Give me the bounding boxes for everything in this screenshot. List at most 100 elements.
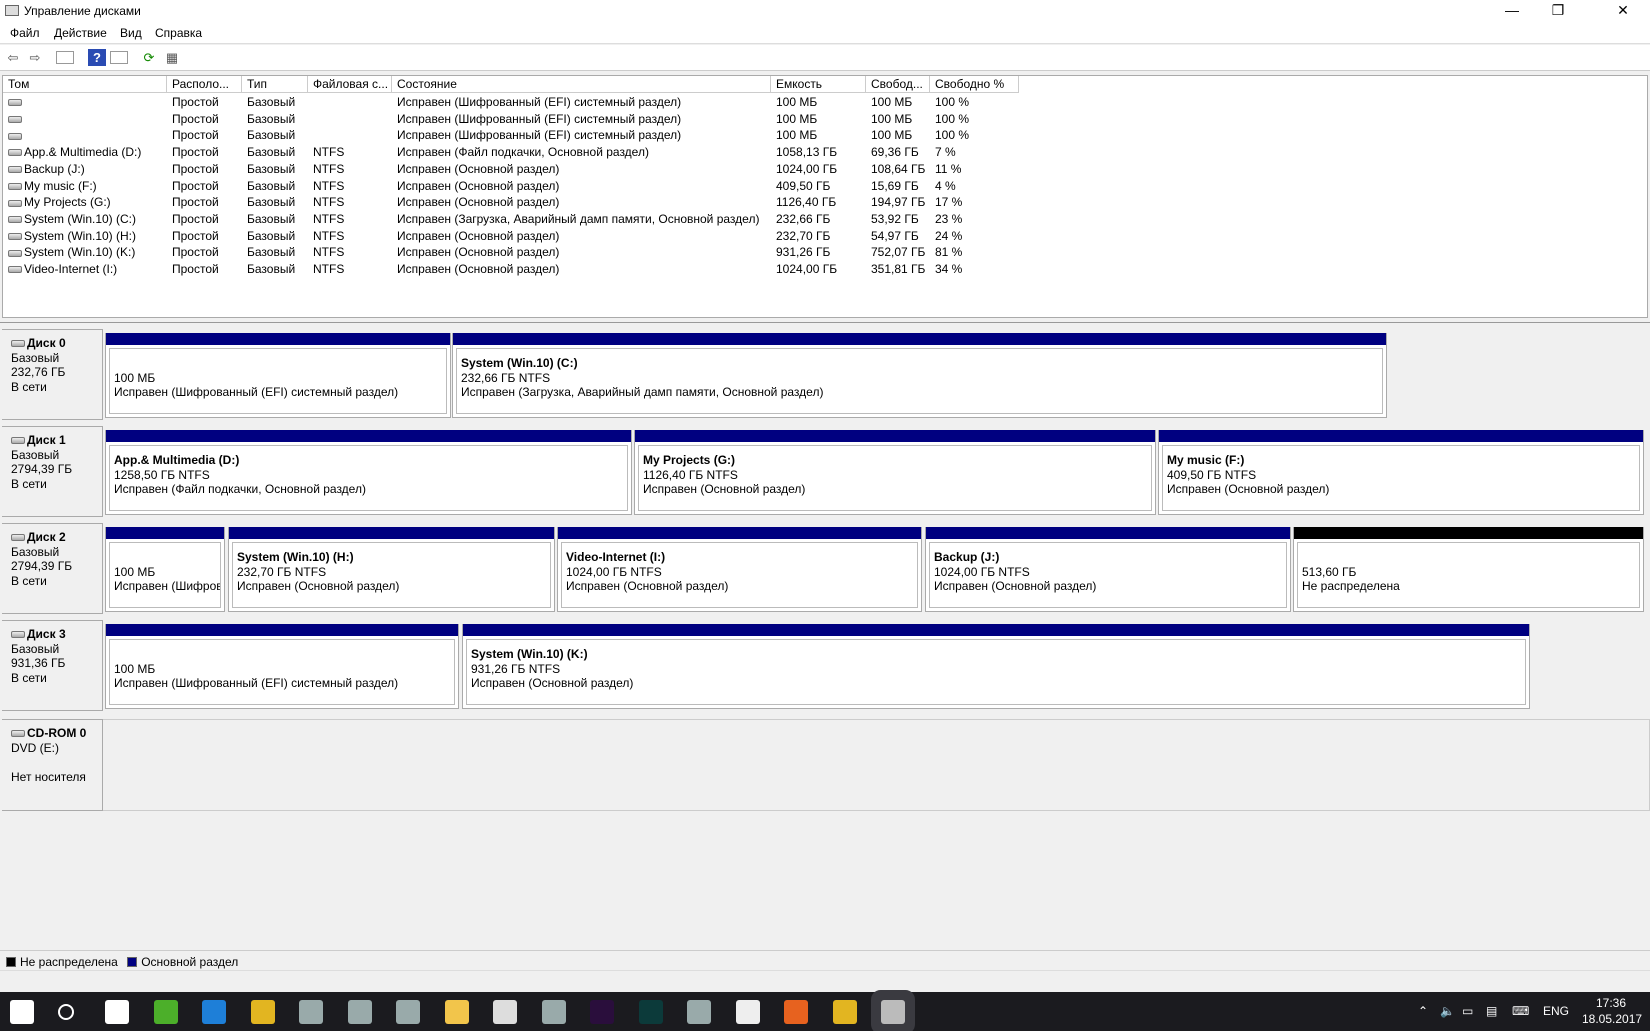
table-cell: NTFS <box>308 161 392 177</box>
chrome-icon[interactable] <box>832 1000 857 1024</box>
table-cell: Исправен (Основной раздел) <box>392 161 771 177</box>
menu-help[interactable]: Справка <box>155 26 202 40</box>
notifications-icon[interactable]: ▤ <box>1486 1004 1497 1018</box>
refresh-icon[interactable]: ⟳ <box>140 49 158 66</box>
column-header[interactable]: Располо... <box>167 76 242 93</box>
action-pane-icon[interactable] <box>110 51 128 64</box>
language-indicator[interactable]: ENG <box>1543 1004 1569 1018</box>
table-row[interactable]: System (Win.10) (K:) Простой Базовый NTFS Ис… <box>3 244 1643 261</box>
table-row[interactable]: System (Win.10) (C:) Простой Базовый NTFS Ис… <box>3 211 1643 228</box>
column-header[interactable]: Тип <box>242 76 308 93</box>
column-header[interactable]: Емкость <box>771 76 866 93</box>
partition[interactable]: System (Win.10) (K:) 931,26 ГБ NTFS Исправ… <box>462 624 1530 709</box>
table-cell: NTFS <box>308 178 392 194</box>
table-cell: NTFS <box>308 211 392 227</box>
partition-info: 513,60 ГБ Не распределена <box>1297 542 1640 608</box>
utorrent-icon[interactable] <box>153 1000 178 1024</box>
disk-name-text: Диск 1 <box>27 433 66 447</box>
column-header[interactable]: Файловая с... <box>308 76 392 93</box>
show-hidden-icons[interactable]: ⌃ <box>1418 1004 1428 1018</box>
minimize-button[interactable]: — <box>1489 0 1535 22</box>
back-icon[interactable]: ⇦ <box>4 49 22 66</box>
table-row[interactable]: App.& Multimedia (D:) Простой Базовый NTFS И… <box>3 144 1643 161</box>
store-icon[interactable] <box>105 1000 129 1024</box>
table-cell: NTFS <box>308 194 392 210</box>
disk-label-1[interactable]: Диск 1 Базовый 2794,39 ГБ В сети <box>2 426 103 517</box>
partition[interactable]: 100 МБ Исправен (Шифрованный (EFI) систем… <box>105 333 451 418</box>
app-icon[interactable] <box>347 1000 372 1024</box>
chrome-icon[interactable] <box>250 1000 275 1024</box>
start-icon[interactable] <box>10 1000 34 1024</box>
cell-value: 81 % <box>935 245 963 260</box>
table-row[interactable]: Backup (J:) Простой Базовый NTFS Исправен (О… <box>3 161 1643 178</box>
partition[interactable]: My Projects (G:) 1126,40 ГБ NTFS Исправен … <box>634 430 1156 515</box>
partition[interactable]: System (Win.10) (C:) 232,66 ГБ NTFS Исправ… <box>452 333 1387 418</box>
cell-value: Базовый <box>247 228 296 243</box>
restore-button[interactable]: ❐ <box>1535 0 1581 22</box>
clock-time[interactable]: 17:36 <box>1596 996 1626 1010</box>
table-row[interactable]: Video-Internet (I:) Простой Базовый NTFS Исп… <box>3 261 1643 278</box>
close-button[interactable]: ✕ <box>1600 0 1646 22</box>
disk-label-3[interactable]: Диск 3 Базовый 931,36 ГБ В сети <box>2 620 103 711</box>
table-cell: 100 МБ <box>866 111 930 127</box>
help-icon[interactable]: ? <box>88 49 106 66</box>
properties-icon[interactable]: ▦ <box>163 49 181 66</box>
partition[interactable]: 513,60 ГБ Не распределена <box>1293 527 1644 612</box>
cell-value: Простой <box>172 195 219 210</box>
cell-value: 34 % <box>935 262 963 276</box>
volume-name: Backup (J:) <box>24 161 85 176</box>
partition-info: Backup (J:) 1024,00 ГБ NTFS Исправен (Осно… <box>929 542 1287 608</box>
app-icon[interactable] <box>687 1000 711 1024</box>
explorer-icon[interactable] <box>444 1000 469 1024</box>
partition-size: 931,26 ГБ NTFS <box>471 661 561 676</box>
cell-value: 931,26 ГБ <box>776 245 831 260</box>
volume-name: System (Win.10) (K:) <box>24 245 136 260</box>
menu-file[interactable]: Файл <box>10 26 40 40</box>
partition[interactable]: 100 МБ Исправен (Шифрованный (EFI) систем… <box>105 624 459 709</box>
partition[interactable]: App.& Multimedia (D:) 1258,50 ГБ NTFS Испр… <box>105 430 632 515</box>
partition[interactable]: System (Win.10) (H:) 232,70 ГБ NTFS Исправ… <box>228 527 555 612</box>
premiere-icon[interactable] <box>590 1000 614 1024</box>
forward-icon[interactable]: ⇨ <box>26 49 44 66</box>
menu-view[interactable]: Вид <box>120 26 142 40</box>
partition[interactable]: Video-Internet (I:) 1024,00 ГБ NTFS Исправ… <box>557 527 922 612</box>
volume-icon[interactable]: 🔈 <box>1440 1004 1455 1018</box>
disk-management-icon[interactable] <box>881 1000 905 1024</box>
firefox-icon[interactable] <box>784 1000 808 1024</box>
mail-icon[interactable] <box>735 1000 760 1024</box>
network-icon[interactable]: ▭ <box>1462 1004 1473 1018</box>
column-header[interactable]: Свобод... <box>866 76 930 93</box>
partition[interactable]: Backup (J:) 1024,00 ГБ NTFS Исправен (Осно… <box>925 527 1291 612</box>
table-row[interactable]: My Projects (G:) Простой Базовый NTFS Исправ… <box>3 194 1643 211</box>
app-icon[interactable] <box>541 1000 566 1024</box>
calculator-icon[interactable] <box>493 1000 517 1024</box>
table-row[interactable]: System (Win.10) (H:) Простой Базовый NTFS Ис… <box>3 228 1643 245</box>
partition[interactable]: 100 МБ Исправен (Шифров <box>105 527 225 612</box>
disk-label-4[interactable]: CD-ROM 0 DVD (E:) Нет носителя <box>2 719 103 811</box>
table-cell: Исправен (Основной раздел) <box>392 194 771 210</box>
app-icon[interactable] <box>299 1000 323 1024</box>
partition-status: Исправен (Основной раздел) <box>643 482 806 496</box>
table-row[interactable]: Простой Базовый Исправен (Шифрованный (EFI… <box>3 127 1643 144</box>
cell-value: Исправен (Основной раздел) <box>397 178 560 193</box>
edge-icon[interactable] <box>202 1000 226 1024</box>
menu-action[interactable]: Действие <box>54 26 107 40</box>
cell-value: 100 МБ <box>776 128 818 143</box>
column-header[interactable]: Состояние <box>392 76 771 93</box>
console-tree-icon[interactable] <box>56 51 74 64</box>
table-cell: 232,70 ГБ <box>771 228 866 244</box>
column-header[interactable]: Свободно % <box>930 76 1019 93</box>
column-header[interactable]: Том <box>3 76 167 93</box>
table-row[interactable]: Простой Базовый Исправен (Шифрованный (EFI… <box>3 94 1643 111</box>
keyboard-icon[interactable]: ⌨ <box>1512 1004 1529 1018</box>
clock-date[interactable]: 18.05.2017 <box>1582 1012 1642 1026</box>
speedgrade-icon[interactable] <box>638 1000 663 1024</box>
partition[interactable]: My music (F:) 409,50 ГБ NTFS Исправен (Осн… <box>1158 430 1644 515</box>
table-row[interactable]: Простой Базовый Исправен (Шифрованный (EFI… <box>3 111 1643 128</box>
app-icon[interactable] <box>396 1000 420 1024</box>
volume-list[interactable]: Том Располо... Тип Файловая с... Состояние Ем… <box>2 75 1648 318</box>
disk-label-0[interactable]: Диск 0 Базовый 232,76 ГБ В сети <box>2 329 103 420</box>
disk-label-2[interactable]: Диск 2 Базовый 2794,39 ГБ В сети <box>2 523 103 614</box>
table-row[interactable]: My music (F:) Простой Базовый NTFS Исправен … <box>3 178 1643 195</box>
search-icon[interactable] <box>58 1004 74 1020</box>
